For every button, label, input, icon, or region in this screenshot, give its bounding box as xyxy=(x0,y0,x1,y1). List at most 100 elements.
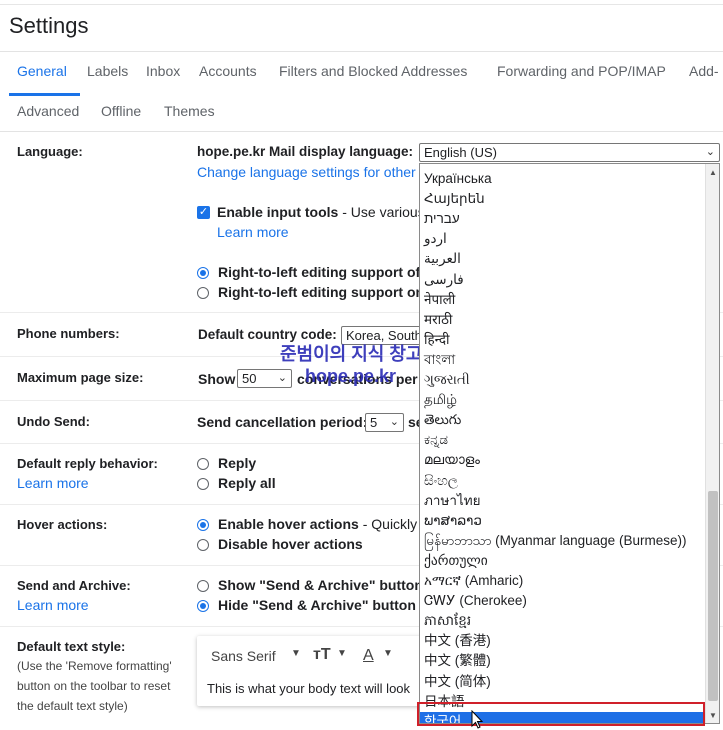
chevron-down-icon: ▼ xyxy=(291,648,301,659)
reply-learn-more[interactable]: Learn more xyxy=(17,475,89,491)
tab-inbox[interactable]: Inbox xyxy=(146,63,180,79)
tab-advanced[interactable]: Advanced xyxy=(17,103,79,119)
page-size-select[interactable]: 50 ⌄ xyxy=(237,369,292,388)
scroll-up-icon[interactable]: ▲ xyxy=(709,168,717,177)
language-option[interactable]: ភាសាខ្មែរ xyxy=(424,611,471,631)
cancellation-period-select[interactable]: 5 ⌄ xyxy=(365,413,404,432)
hide-send-archive-label: Hide "Send & Archive" button in xyxy=(218,597,433,613)
display-language-label: hope.pe.kr Mail display language: xyxy=(197,144,414,159)
language-option[interactable]: हिन्दी xyxy=(424,330,450,350)
dropdown-scrollbar[interactable]: ▲ ▼ xyxy=(705,164,719,723)
input-tools-learn-more[interactable]: Learn more xyxy=(217,224,289,240)
chevron-down-icon: ⌄ xyxy=(389,416,399,428)
language-option[interactable]: ქართული xyxy=(424,551,488,571)
reply-all-radio[interactable] xyxy=(197,478,209,490)
mouse-cursor-icon xyxy=(471,710,484,729)
chevron-down-icon: ⌄ xyxy=(705,146,715,158)
page-title: Settings xyxy=(9,13,89,38)
text-style-note-2: button on the toolbar to reset xyxy=(17,679,171,693)
tab-accounts[interactable]: Accounts xyxy=(199,63,257,79)
text-style-editor: Sans Serif ▼ тT ▼ A ▼ This is what your … xyxy=(197,636,423,706)
page-size-show-label: Show xyxy=(198,371,236,387)
language-option[interactable]: עברית xyxy=(424,209,460,229)
annotation-highlight-box xyxy=(417,702,705,726)
tab-forwarding[interactable]: Forwarding and POP/IMAP xyxy=(497,63,666,79)
text-color-icon[interactable]: A xyxy=(363,647,374,665)
language-option[interactable]: العربية xyxy=(424,249,461,269)
hover-section-title: Hover actions: xyxy=(17,517,108,532)
tab-themes[interactable]: Themes xyxy=(164,103,215,119)
page-size-section-title: Maximum page size: xyxy=(17,370,144,385)
language-option[interactable]: मराठी xyxy=(424,310,452,330)
rtl-off-radio[interactable] xyxy=(197,287,209,299)
rtl-off-label: Right-to-left editing support on xyxy=(218,284,425,300)
language-dropdown-list[interactable]: Українська Հայերեն עברית اردو العربية فارسی ने… xyxy=(419,163,720,724)
language-option[interactable]: 中文 (简体) xyxy=(424,672,491,692)
language-option[interactable]: မြန်မာဘာသာ (Myanmar language (Burmese)) xyxy=(424,531,686,551)
hover-enable-text: Enable hover actions - Quickly g xyxy=(218,516,429,532)
hide-send-archive-radio[interactable] xyxy=(197,600,209,612)
tabs-divider xyxy=(0,131,723,132)
reply-section-title: Default reply behavior: xyxy=(17,456,158,471)
language-option[interactable]: தமிழ் xyxy=(424,390,457,410)
reply-radio[interactable] xyxy=(197,458,209,470)
page-size-value: 50 xyxy=(242,371,257,386)
input-tools-text: Enable input tools - Use various xyxy=(217,204,425,220)
tab-general[interactable]: General xyxy=(17,63,67,79)
tab-addons[interactable]: Add- xyxy=(689,63,719,79)
phone-section-title: Phone numbers: xyxy=(17,326,120,341)
active-tab-indicator xyxy=(9,93,80,96)
language-option[interactable]: اردو xyxy=(424,229,447,249)
language-option[interactable]: తెలుగు xyxy=(424,410,461,430)
language-option[interactable]: বাংলা xyxy=(424,350,455,370)
input-tools-checkbox[interactable]: ✓ xyxy=(197,206,210,219)
text-style-section-title: Default text style: xyxy=(17,639,126,654)
scrollbar-thumb[interactable] xyxy=(708,491,718,701)
language-option[interactable]: සිංහල xyxy=(424,471,458,491)
language-option[interactable]: ગુજરાતી xyxy=(424,370,470,390)
language-option[interactable]: Հայերեն xyxy=(424,189,485,209)
hover-disable-radio[interactable] xyxy=(197,539,209,551)
chevron-down-icon: ⌄ xyxy=(277,372,287,384)
language-option[interactable]: ພາສາລາວ xyxy=(424,511,482,531)
scroll-down-icon[interactable]: ▼ xyxy=(709,711,717,720)
tab-labels[interactable]: Labels xyxy=(87,63,128,79)
send-archive-section-title: Send and Archive: xyxy=(17,578,131,593)
text-style-note-3: the default text style) xyxy=(17,699,128,713)
language-option[interactable]: മലയാളം xyxy=(424,450,480,470)
cancellation-period-label: Send cancellation period: xyxy=(197,414,368,430)
title-divider xyxy=(0,51,723,52)
language-option[interactable]: ᏣᎳᎩ (Cherokee) xyxy=(424,591,527,611)
language-option[interactable]: 中文 (繁體) xyxy=(424,651,491,671)
language-option[interactable]: ภาษาไทย xyxy=(424,491,481,511)
display-language-value: English (US) xyxy=(424,145,497,160)
language-option[interactable]: አማርኛ (Amharic) xyxy=(424,571,523,591)
language-option[interactable]: Українська xyxy=(424,169,492,189)
chevron-down-icon: ▼ xyxy=(383,648,393,659)
language-section-title: Language: xyxy=(17,144,83,159)
font-size-icon[interactable]: тT xyxy=(313,646,331,664)
hover-enable-radio[interactable] xyxy=(197,519,209,531)
language-option[interactable]: 中文 (香港) xyxy=(424,631,491,651)
language-option[interactable]: فارسی xyxy=(424,270,464,290)
language-option[interactable]: नेपाली xyxy=(424,290,455,310)
rtl-on-label: Right-to-left editing support of xyxy=(218,264,421,280)
input-tools-desc: - Use various xyxy=(338,204,425,220)
language-option[interactable]: ಕನ್ನಡ xyxy=(424,430,448,450)
chevron-down-icon: ▼ xyxy=(337,648,347,659)
undo-send-section-title: Undo Send: xyxy=(17,414,90,429)
reply-all-label: Reply all xyxy=(218,475,276,491)
tab-filters[interactable]: Filters and Blocked Addresses xyxy=(279,63,467,79)
text-style-note-1: (Use the 'Remove formatting' xyxy=(17,659,172,673)
reply-label: Reply xyxy=(218,455,257,471)
font-family-select[interactable]: Sans Serif xyxy=(211,648,276,664)
change-language-link[interactable]: Change language settings for other xyxy=(197,164,416,180)
rtl-on-radio[interactable] xyxy=(197,267,209,279)
watermark-korean: 준범이의 지식 창고 xyxy=(280,344,423,364)
cancellation-period-value: 5 xyxy=(370,415,378,430)
show-send-archive-radio[interactable] xyxy=(197,580,209,592)
input-tools-label: Enable input tools xyxy=(217,204,339,220)
tab-offline[interactable]: Offline xyxy=(101,103,141,119)
send-archive-learn-more[interactable]: Learn more xyxy=(17,597,89,613)
display-language-select[interactable]: English (US) ⌄ xyxy=(419,143,720,162)
